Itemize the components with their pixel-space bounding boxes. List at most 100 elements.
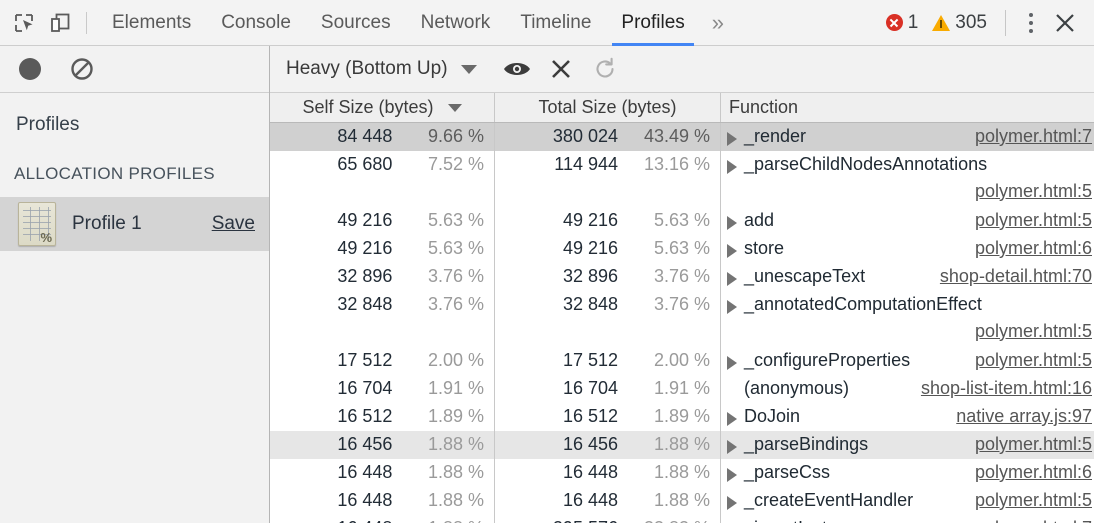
function-name: add bbox=[744, 210, 774, 231]
total-size-percent: 1.88 % bbox=[618, 462, 720, 483]
total-size-percent: 1.89 % bbox=[618, 406, 720, 427]
table-row[interactable]: 16 4481.88 %295 57633.83 %_insertInstanc… bbox=[270, 515, 1094, 523]
toolbar-right-group: 1 305 bbox=[886, 0, 1084, 45]
table-row[interactable]: 16 4481.88 %16 4481.88 %_parseCsspolymer… bbox=[270, 459, 1094, 487]
table-row[interactable]: 16 7041.91 %16 7041.91 %(anonymous)shop-… bbox=[270, 375, 1094, 403]
disclosure-triangle-icon[interactable] bbox=[727, 160, 737, 174]
profile-name-label: Profile 1 bbox=[72, 213, 142, 235]
source-location-link[interactable]: polymer.html:7 bbox=[961, 126, 1092, 147]
column-header-label: Function bbox=[729, 97, 798, 118]
cell-total-size: 16 7041.91 % bbox=[495, 375, 721, 403]
tab-timeline[interactable]: Timeline bbox=[505, 0, 606, 46]
function-name: _parseBindings bbox=[744, 434, 868, 455]
table-row[interactable]: 84 4489.66 %380 02443.49 %_renderpolymer… bbox=[270, 123, 1094, 151]
source-location-link[interactable]: polymer.html:5 bbox=[727, 321, 1092, 342]
cell-total-size: 16 5121.89 % bbox=[495, 403, 721, 431]
tab-elements[interactable]: Elements bbox=[97, 0, 206, 46]
source-location-link[interactable]: native array.js:97 bbox=[942, 406, 1092, 427]
source-location-link[interactable]: polymer.html:5 bbox=[727, 181, 1092, 202]
source-location-link[interactable]: shop-detail.html:70 bbox=[926, 266, 1092, 287]
issues-counter[interactable]: 1 305 bbox=[886, 12, 991, 34]
cell-function: _createEventHandler polymer.html:5 bbox=[721, 487, 1094, 515]
source-location-link[interactable]: polymer.html:5 bbox=[961, 350, 1092, 371]
source-location-link[interactable]: polymer.html:6 bbox=[961, 462, 1092, 483]
cell-total-size: 17 5122.00 % bbox=[495, 347, 721, 375]
tab-console[interactable]: Console bbox=[206, 0, 306, 46]
devtools-menu-button[interactable] bbox=[1016, 6, 1046, 40]
column-header-self-size[interactable]: Self Size (bytes) bbox=[270, 93, 495, 122]
disclosure-triangle-icon[interactable] bbox=[727, 216, 737, 230]
profiles-tree-root[interactable]: Profiles bbox=[0, 93, 269, 136]
save-profile-link[interactable]: Save bbox=[212, 213, 255, 235]
disclosure-triangle-icon[interactable] bbox=[727, 412, 737, 426]
source-location-link[interactable]: polymer.html:5 bbox=[961, 434, 1092, 455]
total-size-value: 32 848 bbox=[495, 294, 618, 315]
cell-self-size: 16 7041.91 % bbox=[270, 375, 495, 403]
cell-function: _parseChildNodesAnnotationspolymer.html:… bbox=[721, 151, 1094, 207]
function-name: _createEventHandler bbox=[744, 490, 913, 511]
device-toolbar-icon[interactable] bbox=[42, 5, 78, 41]
disclosure-triangle-icon[interactable] bbox=[727, 356, 737, 370]
kebab-dot bbox=[1029, 29, 1033, 33]
source-location-link[interactable]: polymer.html:7 bbox=[961, 518, 1092, 523]
column-header-function[interactable]: Function bbox=[721, 93, 1094, 122]
disclosure-triangle-icon[interactable] bbox=[727, 244, 737, 258]
total-size-value: 114 944 bbox=[495, 154, 618, 175]
cell-total-size: 16 4561.88 % bbox=[495, 431, 721, 459]
inspect-element-icon[interactable] bbox=[6, 5, 42, 41]
column-header-label: Total Size (bytes) bbox=[538, 97, 676, 118]
cell-self-size: 16 5121.89 % bbox=[270, 403, 495, 431]
disclosure-triangle-icon[interactable] bbox=[727, 300, 737, 314]
table-row[interactable]: 49 2165.63 %49 2165.63 %storepolymer.htm… bbox=[270, 235, 1094, 263]
close-icon[interactable] bbox=[1046, 4, 1084, 42]
clear-profiles-button[interactable] bbox=[62, 49, 102, 89]
data-grid-header-row: Self Size (bytes) Total Size (bytes) Fun… bbox=[270, 93, 1094, 123]
view-mode-select[interactable]: Heavy (Bottom Up) bbox=[286, 58, 477, 80]
record-button[interactable] bbox=[10, 49, 50, 89]
source-location-link[interactable]: polymer.html:6 bbox=[961, 238, 1092, 259]
self-size-value: 17 512 bbox=[270, 350, 392, 371]
disclosure-triangle-icon[interactable] bbox=[727, 468, 737, 482]
self-size-value: 32 896 bbox=[270, 266, 392, 287]
self-size-percent: 5.63 % bbox=[392, 238, 494, 259]
disclosure-triangle-icon[interactable] bbox=[727, 132, 737, 146]
column-header-total-size[interactable]: Total Size (bytes) bbox=[495, 93, 721, 122]
exclude-function-button[interactable] bbox=[539, 47, 583, 91]
source-location-link[interactable]: polymer.html:5 bbox=[961, 490, 1092, 511]
tab-sources[interactable]: Sources bbox=[306, 0, 406, 46]
table-row[interactable]: 65 6807.52 %114 94413.16 %_parseChildNod… bbox=[270, 151, 1094, 207]
total-size-percent: 2.00 % bbox=[618, 350, 720, 371]
source-location-link[interactable]: polymer.html:5 bbox=[961, 210, 1092, 231]
cell-total-size: 32 8483.76 % bbox=[495, 291, 721, 347]
disclosure-triangle-icon[interactable] bbox=[727, 272, 737, 286]
disclosure-triangle-icon[interactable] bbox=[727, 496, 737, 510]
tab-network[interactable]: Network bbox=[406, 0, 506, 46]
source-location-link[interactable]: shop-list-item.html:16 bbox=[907, 378, 1092, 399]
more-tabs-chevron-icon[interactable]: » bbox=[700, 0, 736, 46]
cell-self-size: 16 4481.88 % bbox=[270, 487, 495, 515]
cell-function: _annotatedComputationEffectpolymer.html:… bbox=[721, 291, 1094, 347]
table-row[interactable]: 32 8963.76 %32 8963.76 %_unescapeTextsho… bbox=[270, 263, 1094, 291]
focus-function-button[interactable] bbox=[495, 47, 539, 91]
table-row[interactable]: 32 8483.76 %32 8483.76 %_annotatedComput… bbox=[270, 291, 1094, 347]
cell-function: add polymer.html:5 bbox=[721, 207, 1094, 235]
function-name: _parseCss bbox=[744, 462, 830, 483]
restore-functions-button[interactable] bbox=[583, 47, 627, 91]
tab-label: Timeline bbox=[520, 12, 591, 34]
table-row[interactable]: 49 2165.63 %49 2165.63 %addpolymer.html:… bbox=[270, 207, 1094, 235]
error-icon bbox=[886, 14, 903, 31]
table-row[interactable]: 17 5122.00 %17 5122.00 %_configureProper… bbox=[270, 347, 1094, 375]
profile-document-icon: % bbox=[18, 202, 56, 246]
cell-self-size: 17 5122.00 % bbox=[270, 347, 495, 375]
table-row[interactable]: 16 4481.88 %16 4481.88 %_createEventHand… bbox=[270, 487, 1094, 515]
table-row[interactable]: 16 4561.88 %16 4561.88 %_parseBindingspo… bbox=[270, 431, 1094, 459]
allocation-profiles-section-header[interactable]: ALLOCATION PROFILES bbox=[0, 136, 269, 184]
table-row[interactable]: 16 5121.89 %16 5121.89 %DoJoinnative arr… bbox=[270, 403, 1094, 431]
function-name: _render bbox=[744, 126, 806, 147]
disclosure-triangle-icon[interactable] bbox=[727, 440, 737, 454]
chevron-down-icon bbox=[461, 65, 477, 74]
tab-profiles[interactable]: Profiles bbox=[606, 0, 699, 46]
self-size-value: 32 848 bbox=[270, 294, 392, 315]
profile-list-item[interactable]: % Profile 1 Save bbox=[0, 197, 269, 251]
cell-total-size: 16 4481.88 % bbox=[495, 459, 721, 487]
